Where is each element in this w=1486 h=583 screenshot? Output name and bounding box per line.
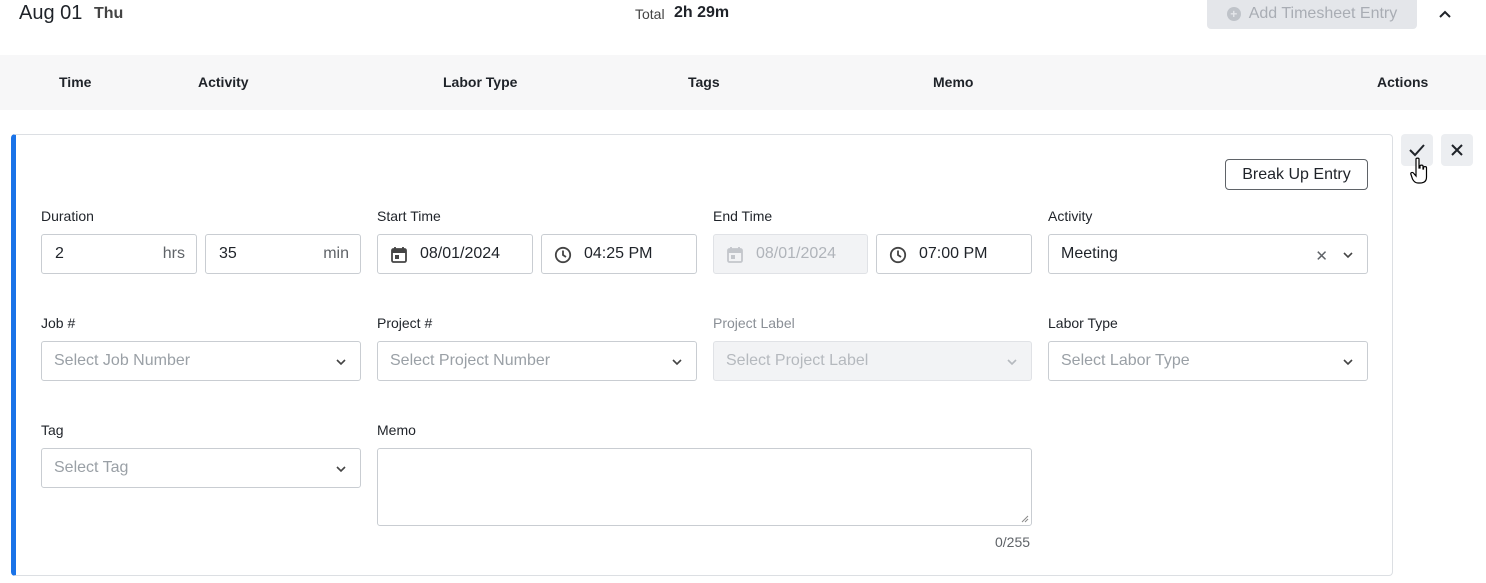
labor-type-placeholder: Select Labor Type <box>1061 352 1190 369</box>
add-timesheet-entry-label: Add Timesheet Entry <box>1248 4 1398 22</box>
column-header-time: Time <box>59 74 92 90</box>
chevron-down-icon <box>672 359 682 366</box>
duration-minutes-input[interactable]: 35 min <box>205 234 361 274</box>
activity-label: Activity <box>1048 208 1093 224</box>
plus-circle-icon: + <box>1226 6 1241 21</box>
end-time-value: 07:00 PM <box>919 245 988 262</box>
column-header-actions: Actions <box>1377 74 1429 90</box>
column-header-memo: Memo <box>933 74 974 90</box>
job-number-select[interactable]: Select Job Number <box>41 341 361 381</box>
memo-textarea[interactable] <box>377 448 1032 526</box>
tag-placeholder: Select Tag <box>54 459 129 476</box>
hand-cursor-icon <box>1410 157 1428 184</box>
start-date-value: 08/01/2024 <box>420 245 501 262</box>
duration-hours-value: 2 <box>55 245 64 262</box>
clock-icon <box>554 246 572 264</box>
collapse-button[interactable] <box>1434 3 1456 25</box>
start-time-input[interactable]: 04:25 PM <box>541 234 697 274</box>
calendar-icon <box>391 247 407 263</box>
project-label-select: Select Project Label <box>713 341 1032 381</box>
start-date-input[interactable]: 08/01/2024 <box>377 234 533 274</box>
clear-icon[interactable]: ✕ <box>1315 247 1328 265</box>
checkmark-icon <box>1409 144 1425 157</box>
close-icon <box>1451 144 1463 156</box>
day-date: Aug 01 <box>19 2 83 24</box>
calendar-icon <box>727 247 743 263</box>
start-time-label: Start Time <box>377 208 441 224</box>
total-label: Total <box>635 6 665 22</box>
duration-hours-unit: hrs <box>162 245 185 262</box>
day-weekday: Thu <box>94 5 124 22</box>
column-header-activity: Activity <box>198 74 249 90</box>
tag-label: Tag <box>41 422 64 438</box>
start-time-value: 04:25 PM <box>584 245 653 262</box>
labor-type-label: Labor Type <box>1048 315 1118 331</box>
break-up-entry-button[interactable]: Break Up Entry <box>1225 159 1368 190</box>
end-date-value: 08/01/2024 <box>756 245 837 262</box>
cancel-entry-button[interactable] <box>1441 134 1473 166</box>
project-number-select[interactable]: Select Project Number <box>377 341 697 381</box>
end-date-input: 08/01/2024 <box>713 234 868 274</box>
column-header-labor-type: Labor Type <box>443 74 518 90</box>
duration-minutes-value: 35 <box>219 245 237 262</box>
total-value: 2h 29m <box>674 4 730 21</box>
chevron-down-icon <box>1343 359 1353 366</box>
project-number-placeholder: Select Project Number <box>390 352 551 369</box>
duration-minutes-unit: min <box>323 245 349 262</box>
activity-select[interactable]: Meeting ✕ <box>1048 234 1368 274</box>
chevron-up-icon <box>1439 10 1451 18</box>
table-header: Time Activity Labor Type Tags Memo Actio… <box>0 55 1486 110</box>
job-number-placeholder: Select Job Number <box>54 352 191 369</box>
project-label-placeholder: Select Project Label <box>726 352 869 369</box>
activity-value: Meeting <box>1061 245 1118 262</box>
duration-label: Duration <box>41 208 94 224</box>
chevron-down-icon <box>336 466 346 473</box>
end-time-label: End Time <box>713 208 773 224</box>
day-header: Aug 01 Thu Total 2h 29m + Add Timesheet … <box>0 0 1486 34</box>
project-number-label: Project # <box>377 315 433 331</box>
column-header-tags: Tags <box>688 74 720 90</box>
end-time-input[interactable]: 07:00 PM <box>876 234 1032 274</box>
memo-label: Memo <box>377 422 416 438</box>
job-number-label: Job # <box>41 315 76 331</box>
duration-hours-input[interactable]: 2 hrs <box>41 234 197 274</box>
clock-icon <box>889 246 907 264</box>
memo-character-counter: 0/255 <box>995 534 1031 550</box>
project-label-label: Project Label <box>713 315 795 331</box>
chevron-down-icon <box>336 359 346 366</box>
chevron-down-icon <box>1343 252 1353 259</box>
add-timesheet-entry-button[interactable]: + Add Timesheet Entry <box>1207 0 1417 29</box>
resize-handle-icon[interactable] <box>1021 515 1029 523</box>
tag-select[interactable]: Select Tag <box>41 448 361 488</box>
chevron-down-icon <box>1007 359 1017 366</box>
labor-type-select[interactable]: Select Labor Type <box>1048 341 1368 381</box>
